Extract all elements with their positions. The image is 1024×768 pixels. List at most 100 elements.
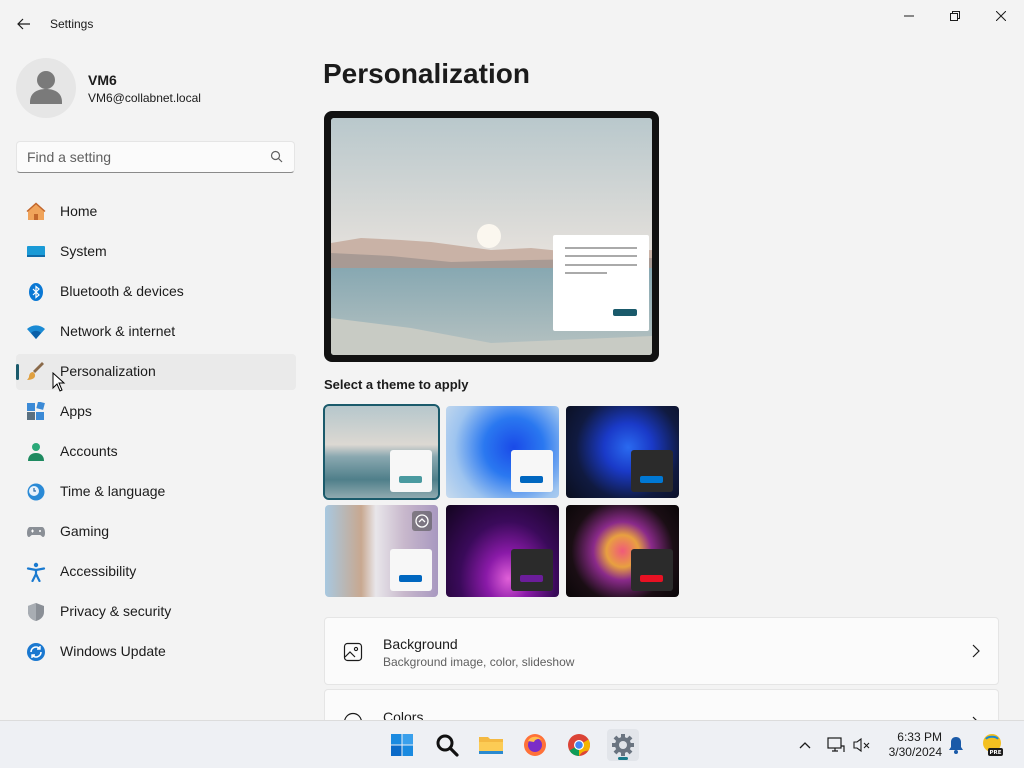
theme-accent-swatch [640, 575, 663, 582]
search-icon [436, 734, 459, 757]
sidebar-item-bluetooth[interactable]: Bluetooth & devices [16, 274, 296, 310]
copilot-pre-icon: PRE [983, 734, 1003, 756]
card-subtitle: Background image, color, slideshow [383, 655, 575, 669]
page-title: Personalization [323, 58, 530, 89]
sidebar-item-accessibility[interactable]: Accessibility [16, 554, 296, 590]
theme-preview [324, 111, 659, 362]
sidebar-item-label: Accessibility [60, 563, 137, 579]
card-title: Background [383, 636, 458, 652]
copilot-preview-button[interactable]: PRE [980, 733, 1004, 757]
back-button[interactable] [10, 10, 38, 38]
shield-icon [26, 602, 46, 622]
sidebar-item-label: Personalization [60, 363, 156, 379]
theme-tile-bloom-dark[interactable] [566, 406, 679, 498]
minimize-button[interactable] [886, 0, 932, 32]
system-icon [26, 242, 46, 262]
theme-tile-bloom-light[interactable] [446, 406, 559, 498]
theme-section-label: Select a theme to apply [324, 377, 469, 392]
close-icon [996, 11, 1006, 21]
clock-time: 6:33 PM [897, 730, 942, 744]
search-icon[interactable] [270, 150, 284, 164]
user-name: VM6 [88, 72, 117, 88]
sidebar-item-label: Privacy & security [60, 603, 172, 619]
network-display-icon [827, 737, 845, 752]
file-explorer-icon [479, 737, 503, 754]
taskbar-settings[interactable] [607, 729, 639, 761]
sidebar-item-label: Time & language [60, 483, 166, 499]
sidebar-item-time-language[interactable]: Time & language [16, 474, 296, 510]
background-setting-card[interactable]: Background Background image, color, slid… [324, 617, 999, 685]
taskbar-firefox[interactable] [519, 729, 551, 761]
active-app-indicator [618, 757, 628, 760]
preview-wallpaper [331, 118, 652, 355]
sidebar-item-privacy[interactable]: Privacy & security [16, 594, 296, 630]
taskbar-chrome[interactable] [563, 729, 595, 761]
theme-mini-window [390, 450, 432, 492]
search-input[interactable] [17, 142, 257, 172]
minimize-icon [904, 15, 914, 17]
start-icon [391, 734, 413, 756]
sidebar-item-label: Gaming [60, 523, 110, 539]
taskbar-clock[interactable]: 6:33 PM 3/30/2024 [889, 730, 942, 760]
network-status-button[interactable] [826, 735, 846, 755]
notifications-button[interactable] [946, 735, 966, 755]
search-box [16, 141, 295, 173]
app-title: Settings [50, 17, 94, 31]
picture-icon [343, 642, 363, 662]
theme-accent-swatch [520, 575, 543, 582]
theme-accent-swatch [399, 575, 422, 582]
theme-tile-flowers[interactable] [325, 505, 438, 597]
palette-icon [344, 712, 362, 720]
volume-muted-icon [853, 737, 870, 753]
sidebar-nav: Home System Bluetooth & devices Network … [16, 194, 296, 674]
sidebar-item-network[interactable]: Network & internet [16, 314, 296, 350]
sidebar-item-label: Network & internet [60, 323, 176, 339]
sidebar-item-apps[interactable]: Apps [16, 394, 296, 430]
sidebar-item-label: System [60, 243, 107, 259]
accessibility-icon [26, 562, 46, 582]
taskbar-file-explorer[interactable] [475, 729, 507, 761]
card-title: Colors [383, 709, 424, 720]
mouse-cursor-icon [52, 372, 66, 392]
show-hidden-icons-button[interactable] [795, 735, 815, 755]
sidebar-item-label: Windows Update [60, 643, 166, 659]
theme-mini-window [390, 549, 432, 591]
user-silhouette-icon [30, 71, 62, 104]
close-button[interactable] [978, 0, 1024, 32]
title-bar: Settings [0, 0, 1024, 48]
settings-icon [612, 734, 634, 756]
chevron-right-icon [972, 644, 980, 658]
brush-icon [26, 362, 46, 382]
sidebar-item-windows-update[interactable]: Windows Update [16, 634, 296, 670]
sidebar-item-home[interactable]: Home [16, 194, 296, 230]
restore-button[interactable] [932, 0, 978, 32]
volume-button[interactable] [852, 735, 872, 755]
accounts-icon [26, 442, 46, 462]
sidebar-item-gaming[interactable]: Gaming [16, 514, 296, 550]
sidebar-item-system[interactable]: System [16, 234, 296, 270]
clock-globe-icon [26, 482, 46, 502]
sidebar-item-label: Apps [60, 403, 92, 419]
chevron-up-icon [799, 742, 811, 749]
theme-tile-glow-dark[interactable] [446, 505, 559, 597]
avatar[interactable] [16, 58, 76, 118]
taskbar-start-button[interactable] [386, 729, 418, 761]
bluetooth-icon [26, 282, 46, 302]
preview-window [553, 235, 649, 331]
sidebar-item-label: Home [60, 203, 98, 219]
theme-accent-swatch [640, 476, 663, 483]
theme-mini-window [631, 549, 673, 591]
gamepad-icon [26, 522, 46, 542]
taskbar-search-button[interactable] [431, 729, 463, 761]
theme-accent-swatch [520, 476, 543, 483]
apps-icon [26, 402, 46, 422]
theme-tile-lake-light[interactable] [323, 404, 440, 500]
svg-text:PRE: PRE [989, 750, 1001, 756]
colors-setting-card[interactable]: Colors [324, 689, 999, 720]
theme-tile-captured-motion[interactable] [566, 505, 679, 597]
theme-accent-swatch [399, 476, 422, 483]
back-arrow-icon [17, 18, 30, 30]
update-icon [26, 642, 46, 662]
sidebar-item-accounts[interactable]: Accounts [16, 434, 296, 470]
clock-date: 3/30/2024 [888, 745, 942, 759]
